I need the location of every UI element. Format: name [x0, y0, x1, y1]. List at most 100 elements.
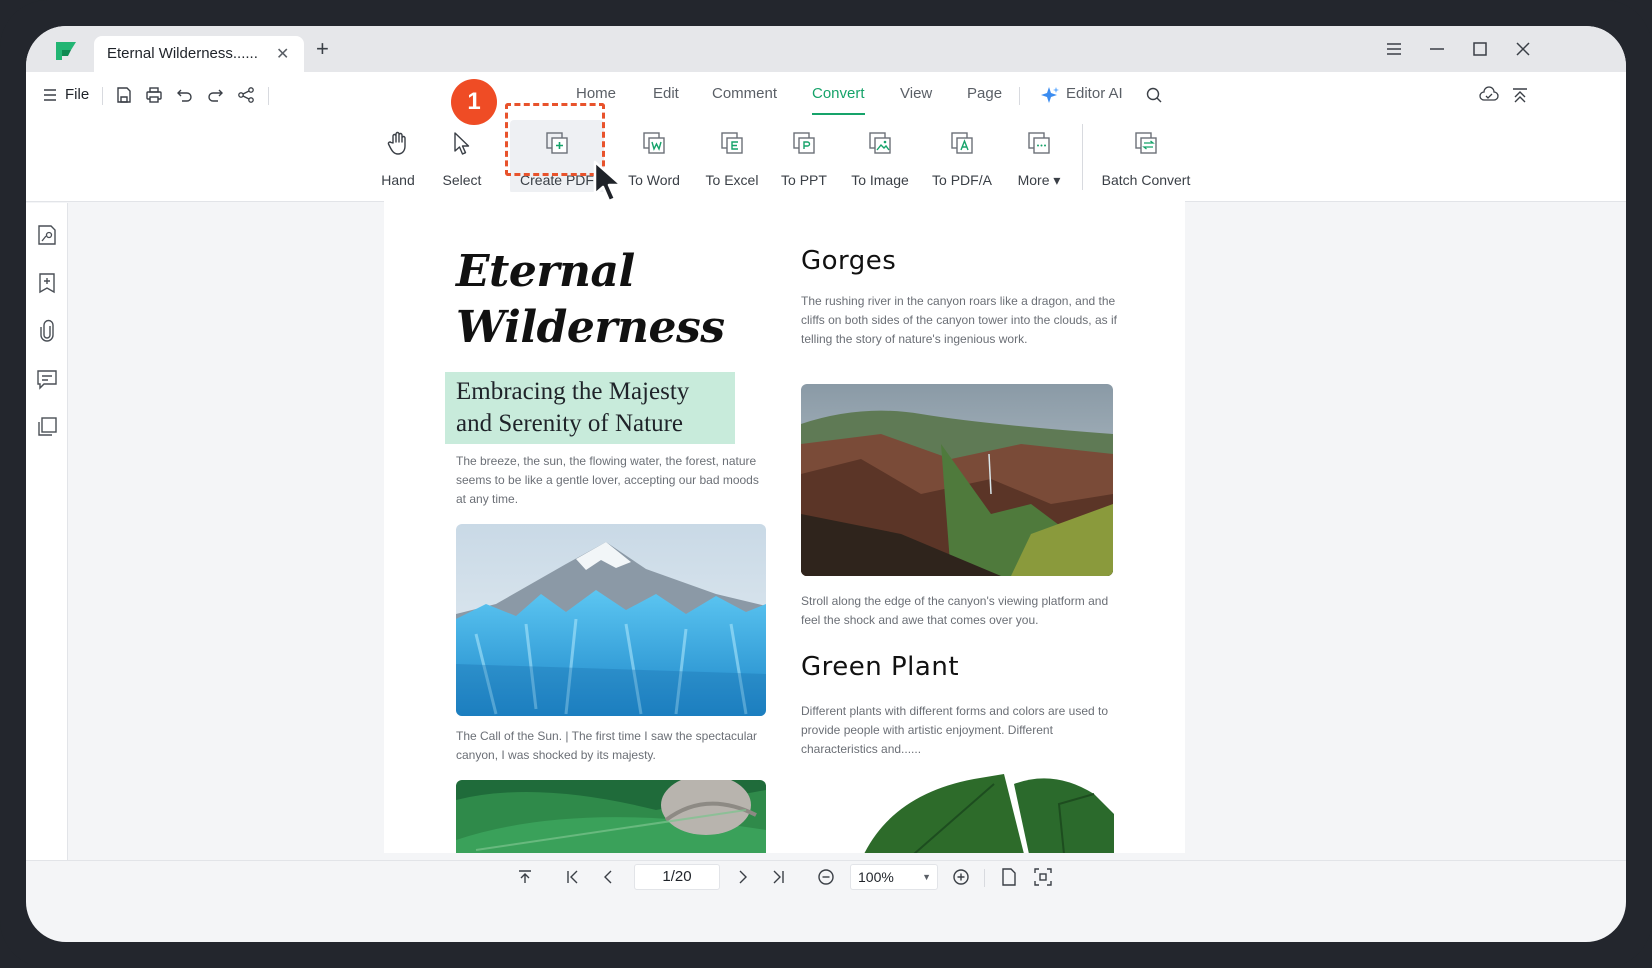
fit-page-icon[interactable] — [1032, 866, 1054, 888]
to-excel-label: To Excel — [705, 172, 759, 188]
more-dropdown-button[interactable]: More ▾ — [1012, 120, 1066, 194]
first-page-icon[interactable] — [562, 866, 584, 888]
green-plant-heading: Green Plant — [801, 652, 960, 682]
document-title: Eternal Wilderness — [456, 244, 725, 356]
pdfa-icon — [949, 130, 975, 156]
go-to-top-icon[interactable] — [514, 866, 536, 888]
document-page[interactable]: Eternal Wilderness Embracing the Majesty… — [384, 192, 1185, 853]
editor-ai-button[interactable]: Editor AI — [1066, 85, 1123, 102]
zoom-out-icon[interactable] — [815, 866, 837, 888]
pages-icon[interactable] — [35, 415, 59, 439]
tab-title: Eternal Wilderness...... — [107, 45, 258, 62]
to-word-button[interactable]: To Word — [624, 120, 684, 194]
divider — [268, 87, 269, 105]
sparkle-icon[interactable] — [1038, 83, 1062, 107]
share-icon[interactable] — [234, 83, 258, 107]
tab-edit[interactable]: Edit — [653, 85, 679, 102]
chevron-down-icon: ▼ — [922, 872, 931, 882]
device-frame: Eternal Wilderness...... ✕ + File Home E… — [0, 0, 1652, 968]
title-line-1: Eternal — [456, 246, 635, 297]
select-tool-button[interactable]: Select — [434, 120, 490, 194]
maximize-icon[interactable] — [1469, 38, 1491, 60]
document-subtitle: Embracing the Majesty and Serenity of Na… — [445, 372, 735, 444]
convert-ribbon: Hand Select Create PDF To Word To Excel — [26, 120, 1626, 202]
to-excel-button[interactable]: To Excel — [702, 120, 762, 194]
tab-convert[interactable]: Convert — [812, 85, 865, 102]
leaf-photo — [456, 780, 766, 853]
intro-paragraph: The breeze, the sun, the flowing water, … — [456, 454, 759, 506]
tab-home[interactable]: Home — [576, 85, 616, 102]
comments-icon[interactable] — [35, 367, 59, 391]
new-tab-icon[interactable]: + — [316, 38, 329, 60]
file-menu[interactable]: File — [65, 86, 89, 103]
mouse-pointer-icon — [592, 160, 628, 204]
previous-page-icon[interactable] — [597, 866, 619, 888]
thumbnails-icon[interactable] — [35, 223, 59, 247]
document-tab[interactable]: Eternal Wilderness...... ✕ — [94, 36, 304, 72]
next-page-icon[interactable] — [732, 866, 754, 888]
menu-bar: File Home Edit Comment Convert View Page… — [26, 72, 1626, 120]
active-tab-indicator — [812, 113, 865, 115]
single-page-view-icon[interactable] — [998, 866, 1020, 888]
tab-comment[interactable]: Comment — [712, 85, 777, 102]
cloud-sync-icon[interactable] — [1477, 83, 1501, 107]
title-bar: Eternal Wilderness...... ✕ + — [26, 26, 1626, 72]
gorges-paragraph: The rushing river in the canyon roars li… — [801, 294, 1117, 346]
canyon-caption: Stroll along the edge of the canyon's vi… — [801, 594, 1109, 627]
close-window-icon[interactable] — [1512, 38, 1534, 60]
bottom-toolbar: 1/20 100% ▼ — [26, 860, 1626, 894]
ppt-icon — [791, 130, 817, 156]
more-label: More ▾ — [1017, 172, 1061, 188]
image-icon — [867, 130, 893, 156]
hand-icon — [385, 130, 411, 156]
minimize-icon[interactable] — [1426, 38, 1448, 60]
app-logo-icon — [54, 40, 80, 62]
batch-convert-button[interactable]: Batch Convert — [1098, 120, 1194, 194]
more-icon — [1026, 130, 1052, 156]
to-pdfa-button[interactable]: To PDF/A — [928, 120, 996, 194]
to-image-button[interactable]: To Image — [846, 120, 914, 194]
save-icon[interactable] — [112, 83, 136, 107]
hand-tool-label: Hand — [381, 172, 415, 188]
tab-view[interactable]: View — [900, 85, 932, 102]
photo-caption-1: The Call of the Sun. | The first time I … — [456, 729, 758, 762]
hand-tool-button[interactable]: Hand — [370, 120, 426, 194]
collapse-ribbon-icon[interactable] — [1508, 83, 1532, 107]
batch-convert-icon — [1133, 130, 1159, 156]
canyon-photo — [801, 384, 1113, 576]
gorges-heading: Gorges — [801, 246, 897, 276]
excel-icon — [719, 130, 745, 156]
glacier-photo — [456, 524, 766, 716]
bookmark-add-icon[interactable] — [35, 271, 59, 295]
divider — [984, 869, 985, 887]
search-icon[interactable] — [1142, 83, 1166, 107]
zoom-level-value: 100% — [858, 869, 894, 885]
hamburger-menu-icon[interactable] — [38, 83, 62, 107]
divider — [1019, 87, 1020, 105]
subtitle-line-2: and Serenity of Nature — [456, 410, 684, 437]
divider — [102, 87, 103, 105]
subtitle-line-1: Embracing the Majesty — [456, 378, 690, 405]
page-number-input[interactable]: 1/20 — [634, 864, 720, 890]
batch-convert-label: Batch Convert — [1101, 172, 1191, 188]
tab-page[interactable]: Page — [967, 85, 1002, 102]
undo-icon[interactable] — [173, 83, 197, 107]
step-badge: 1 — [451, 79, 497, 125]
to-ppt-button[interactable]: To PPT — [778, 120, 830, 194]
select-tool-label: Select — [442, 172, 482, 188]
attachment-icon[interactable] — [35, 319, 59, 343]
title-line-2: Wilderness — [456, 302, 725, 353]
to-ppt-label: To PPT — [781, 172, 827, 188]
tab-close-icon[interactable]: ✕ — [276, 44, 289, 64]
to-image-label: To Image — [851, 172, 909, 188]
zoom-in-icon[interactable] — [950, 866, 972, 888]
redo-icon[interactable] — [203, 83, 227, 107]
menu-icon[interactable] — [1383, 38, 1405, 60]
last-page-icon[interactable] — [767, 866, 789, 888]
select-cursor-icon — [449, 130, 475, 156]
create-pdf-highlight — [505, 103, 605, 176]
app-window: Eternal Wilderness...... ✕ + File Home E… — [26, 26, 1626, 942]
print-icon[interactable] — [142, 83, 166, 107]
zoom-level-select[interactable]: 100% ▼ — [850, 864, 938, 890]
monstera-leaf-photo — [854, 774, 1114, 853]
